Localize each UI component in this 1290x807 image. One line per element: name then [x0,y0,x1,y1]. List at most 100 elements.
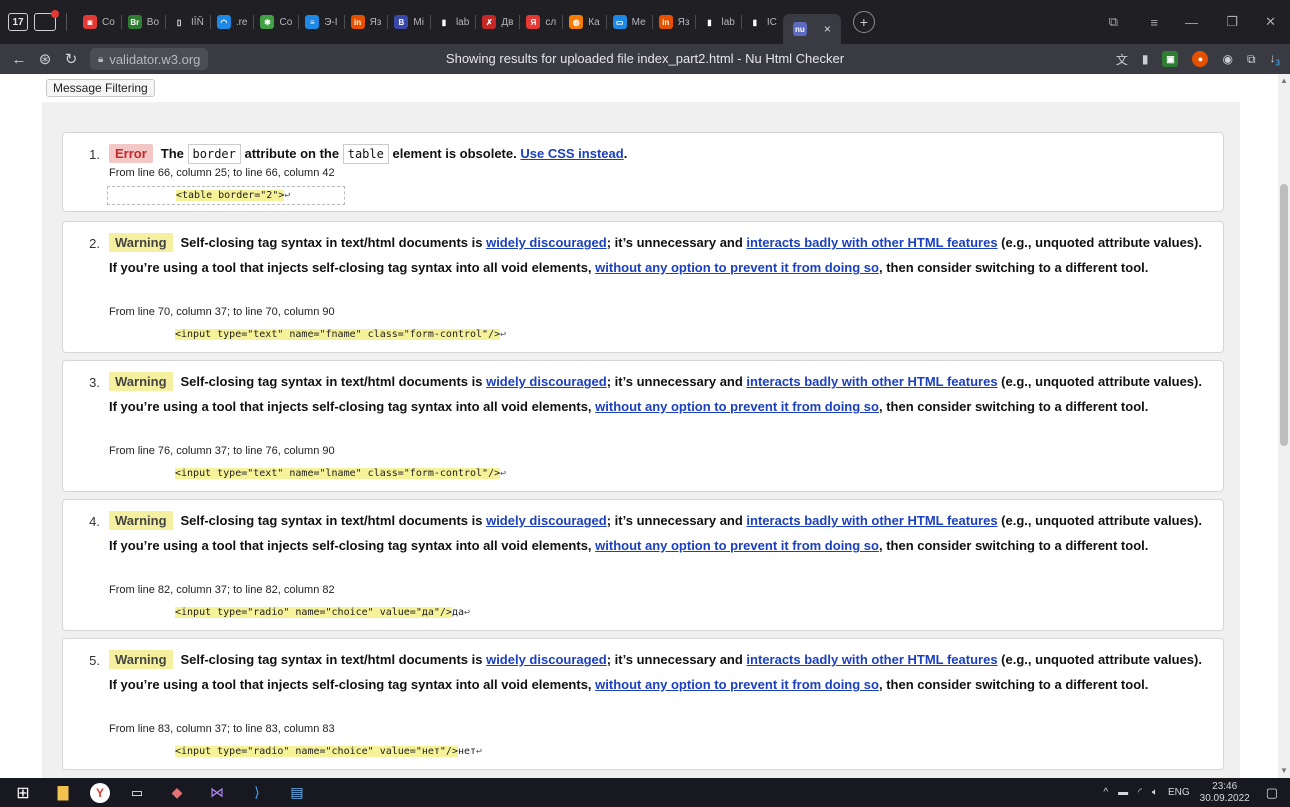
scroll-down-icon[interactable]: ▼ [1280,766,1288,776]
tab-item[interactable]: B Mi [388,9,430,35]
message-item: 4. Warning Self-closing tag syntax in text… [62,499,1224,631]
message-text-part: The [160,146,188,161]
visual-studio-icon[interactable]: ⋈ [204,782,230,804]
message-text-part: , then consider switching to a different… [878,260,1149,275]
without-option-link[interactable]: without any option to prevent it from do… [595,399,879,414]
tab-label: .re [235,16,248,28]
message-number: 4. [89,514,100,529]
tab-item[interactable]: ▮ lab [696,9,740,35]
notification-dot [51,10,59,18]
widely-discouraged-link[interactable]: widely discouraged [486,374,607,389]
battery-icon[interactable]: ▬ [1118,787,1128,798]
return-icon: ↩ [476,746,483,757]
vpn-icon[interactable]: ◉ [1222,52,1232,66]
sidebar-icon[interactable]: ⧉ [1109,0,1118,44]
url-domain[interactable]: 🔒︎ validator.w3.org [90,48,209,70]
tab-divider [66,13,67,31]
restore-button[interactable]: ❐ [1226,0,1238,44]
tab-item[interactable]: ▭ Ме [607,9,652,35]
tab-item[interactable]: ◙ Co [77,9,121,35]
message-text: Error The border attribute on the table e… [109,141,1207,167]
tab-item[interactable]: ✗ Дв [476,9,519,35]
translate-icon[interactable]: 文 [1116,51,1128,68]
interacts-badly-link[interactable]: interacts badly with other HTML features [746,235,997,250]
tab-item[interactable]: ≡ Э-Ι [299,9,343,35]
extract-highlight: <input type="text" name="fname" class="f… [175,329,501,340]
return-icon: ↩ [464,607,471,618]
tab-stack-icon[interactable] [34,10,59,31]
without-option-link[interactable]: without any option to prevent it from do… [595,538,879,553]
domain-text: validator.w3.org [109,51,201,67]
without-option-link[interactable]: without any option to prevent it from do… [595,677,879,692]
message-text-part: element is obsolete. [388,146,521,161]
tab-label: сл [545,16,557,28]
code-extract: <table border="2">↩ [107,186,345,205]
widely-discouraged-link[interactable]: widely discouraged [486,513,607,528]
tab-label: Яз [369,16,382,28]
puzzle-icon[interactable]: ⧉ [1247,52,1256,67]
volume-icon[interactable]: 🔈︎ [1152,787,1158,798]
notepad-icon[interactable]: ▤ [284,782,310,804]
tab-item[interactable]: ◍ Ка [563,9,605,35]
message-location: From line 76, column 37; to line 76, col… [109,445,335,457]
windows-start-icon[interactable]: ⊞ [10,782,36,804]
download-icon[interactable]: ↓3 [1270,51,1280,67]
terminal-icon[interactable]: ▭ [124,782,150,804]
tab-active[interactable]: nu × [782,14,841,44]
tab-item[interactable]: ▮ IC [742,9,783,35]
extension-fox-icon[interactable]: ● [1192,51,1209,67]
tab-favicon-icon: ◠ [216,15,231,29]
widely-discouraged-link[interactable]: widely discouraged [486,652,607,667]
wifi-icon[interactable]: ◜ [1138,787,1142,798]
tab-item[interactable]: in Яз [653,9,696,35]
git-icon[interactable]: ◆ [164,782,190,804]
protect-icon[interactable]: ⊛ [32,50,58,68]
yandex-browser-icon[interactable]: Y [90,782,110,803]
vscode-icon[interactable]: ⟩ [244,782,270,804]
interacts-badly-link[interactable]: interacts badly with other HTML features [746,513,997,528]
message-location: From line 66, column 25; to line 66, col… [109,167,335,179]
menu-icon[interactable]: ≡ [1150,0,1158,44]
clock[interactable]: 23:46 30.09.2022 [1200,781,1250,805]
tab-item[interactable]: in Яз [345,9,388,35]
tab-item[interactable]: ✱ Co [254,9,298,35]
code-element: table [342,144,389,164]
extract-tail: нет [457,746,477,757]
use-css-link[interactable]: Use CSS instead [520,146,623,161]
scrollbar[interactable]: ▲ ▼ [1278,74,1290,778]
without-option-link[interactable]: without any option to prevent it from do… [595,260,879,275]
tab-item[interactable]: ▯ IĪŇ [166,9,210,35]
message-text-part: attribute on the [240,146,343,161]
tray-expand-icon[interactable]: ^ [1103,787,1108,798]
tab-item[interactable]: ◠ .re [211,9,254,35]
back-button[interactable]: ← [6,51,32,68]
scrollbar-thumb[interactable] [1280,184,1288,446]
interacts-badly-link[interactable]: interacts badly with other HTML features [746,374,997,389]
extract-highlight: <table border="2"> [176,190,285,201]
scroll-up-icon[interactable]: ▲ [1280,76,1288,86]
extract-highlight: <input type="radio" name="choice" value=… [175,746,458,757]
extension-adblock-icon[interactable]: ▣ [1162,51,1179,67]
tab-close-icon[interactable]: × [824,22,831,36]
minimize-button[interactable]: — [1185,0,1198,44]
message-filtering-button[interactable]: Message Filtering [46,79,155,97]
file-explorer-icon[interactable]: ▇ [50,782,76,804]
widely-discouraged-link[interactable]: widely discouraged [486,235,607,250]
notifications-icon[interactable]: ▢ [1266,785,1278,801]
code-attribute: border [187,144,241,164]
message-item: 3. Warning Self-closing tag syntax in text… [62,360,1224,492]
language-indicator[interactable]: ENG [1168,787,1190,798]
tab-label: Ме [631,16,646,28]
tab-item[interactable]: Br Bo [122,9,165,35]
new-tab-button[interactable]: + [852,11,875,33]
tab-counter[interactable]: 17 [8,13,28,31]
message-text-part: , then consider switching to a different… [878,677,1149,692]
results-panel: 1. Error The border attribute on the table… [42,102,1240,778]
tab-item[interactable]: Ясл [520,9,562,35]
tab-favicon-icon: ▮ [702,15,717,29]
reload-button[interactable]: ↻ [58,50,84,68]
tab-item[interactable]: ▮ lab [431,9,475,35]
bookmark-icon[interactable]: ▮ [1142,52,1149,66]
close-window-button[interactable]: ✕ [1265,0,1276,44]
interacts-badly-link[interactable]: interacts badly with other HTML features [746,652,997,667]
